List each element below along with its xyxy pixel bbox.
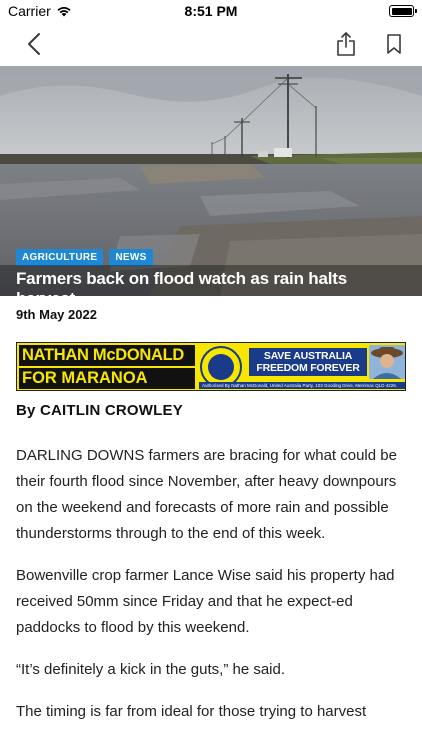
battery-icon — [389, 5, 417, 17]
navigation-bar — [0, 22, 422, 66]
article-paragraph: “It’s definitely a kick in the guts,” he… — [16, 661, 286, 678]
status-time: 8:51 PM — [184, 3, 238, 19]
ad-candidate-name: NATHAN McDONALD — [19, 345, 195, 366]
ad-slogan-line-1: SAVE AUSTRALIA — [263, 350, 353, 362]
ad-authorisation: Authorised By Nathan McDonald, United Au… — [199, 382, 405, 389]
bookmark-icon — [387, 34, 401, 54]
ad-slogan: SAVE AUSTRALIA FREEDOM FOREVER — [249, 348, 367, 376]
bookmark-button[interactable] — [378, 28, 410, 60]
article-date: 9th May 2022 — [16, 307, 97, 322]
share-button[interactable] — [330, 28, 362, 60]
tag-agriculture[interactable]: AGRICULTURE — [16, 249, 104, 266]
hero-image: AGRICULTURE NEWS Farmers back on flood w… — [0, 66, 422, 296]
article-body: DARLING DOWNS farmers are bracing for wh… — [16, 443, 408, 741]
article-headline: Farmers back on flood watch as rain halt… — [0, 265, 422, 296]
ad-electorate: FOR MARANOA — [19, 368, 195, 389]
article-paragraph: The timing is far from ideal for those t… — [16, 703, 367, 720]
article-byline: By CAITLIN CROWLEY — [16, 402, 183, 419]
status-bar: Carrier 8:51 PM — [0, 0, 422, 22]
article-paragraph: DARLING DOWNS farmers are bracing for wh… — [16, 447, 397, 542]
candidate-photo — [369, 345, 405, 379]
share-icon — [337, 32, 355, 56]
advertisement-banner[interactable]: NATHAN McDONALD FOR MARANOA SAVE AUSTRAL… — [16, 342, 406, 391]
article-paragraph: Bowenville crop farmer Lance Wise said h… — [16, 567, 395, 636]
back-button[interactable] — [18, 28, 50, 60]
chevron-left-icon — [28, 33, 40, 55]
tag-news[interactable]: NEWS — [109, 249, 153, 266]
ad-slogan-line-2: FREEDOM FOREVER — [256, 362, 360, 374]
tag-list: AGRICULTURE NEWS — [16, 249, 153, 266]
